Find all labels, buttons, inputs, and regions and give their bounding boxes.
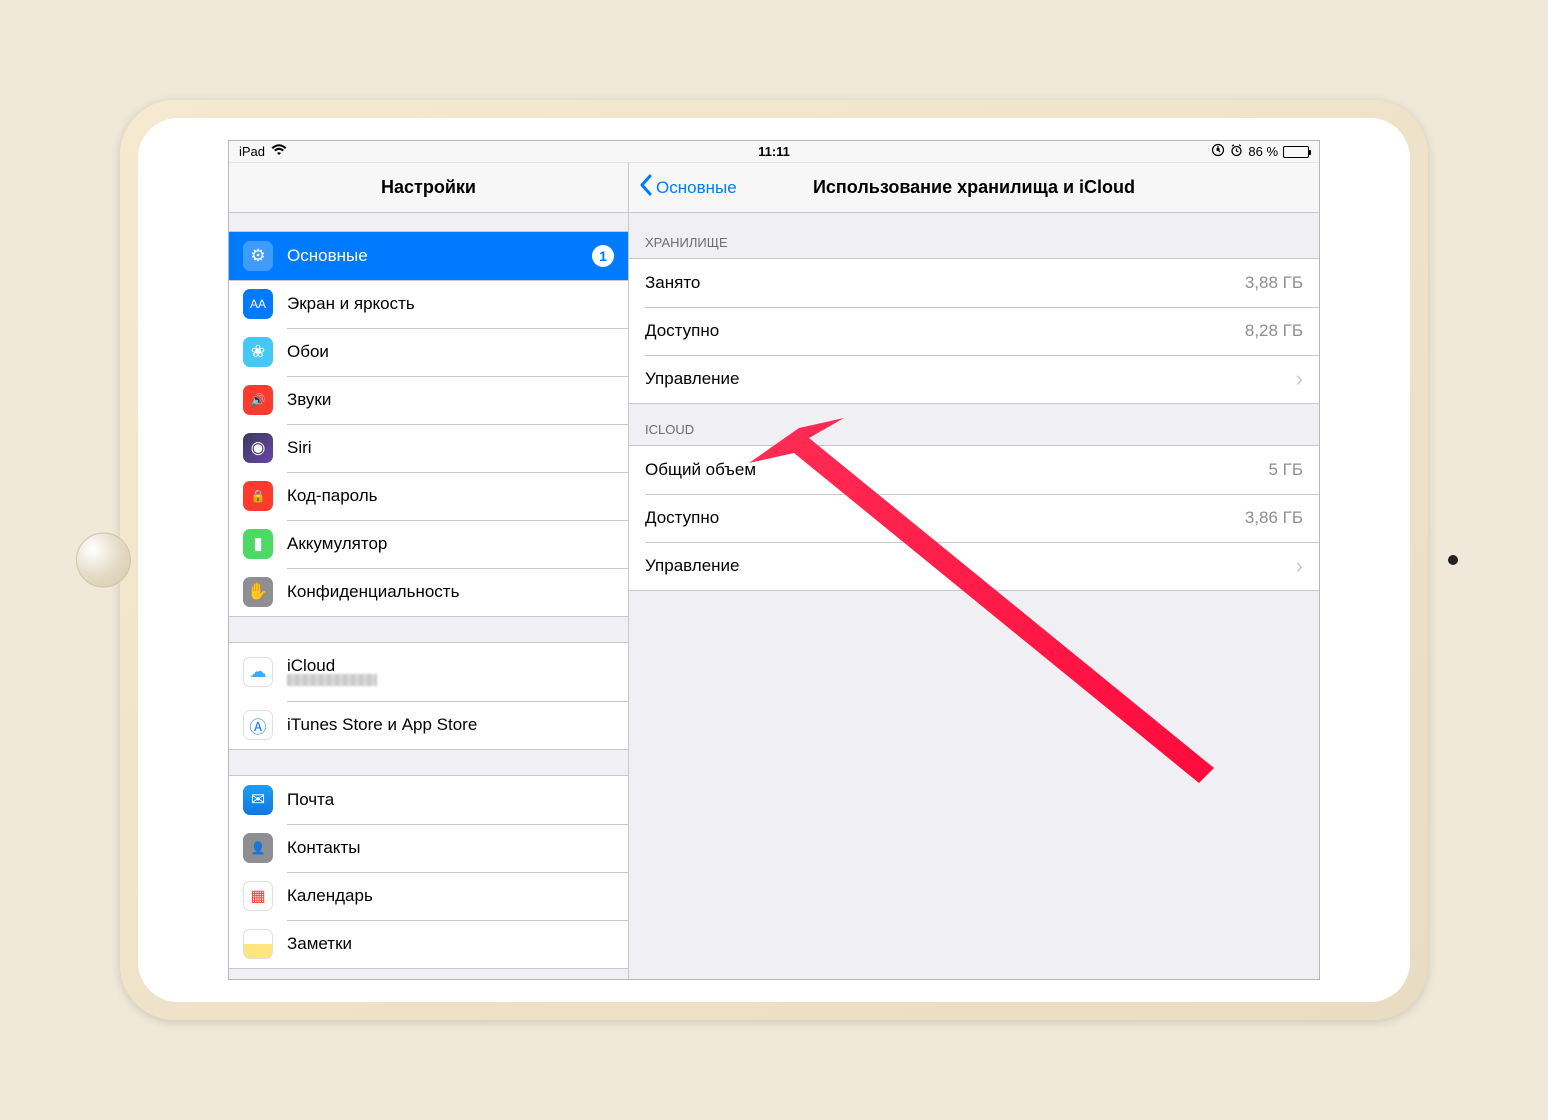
sidebar-item-gear[interactable]: ⚙ Основные1 [229, 232, 628, 280]
sidebar-item-mail[interactable]: ✉ Почта [229, 776, 628, 824]
icloud-account-blur [287, 674, 377, 689]
sidebar-item-privacy[interactable]: ✋ Конфиденциальность [229, 568, 628, 616]
row-label: Доступно [645, 508, 1245, 528]
storage-row: Доступно8,28 ГБ [629, 307, 1319, 355]
sidebar-group-apps: ✉ Почта 👤 Контакты ▦ Календарь Заметки [229, 775, 628, 969]
status-bar: iPad 11:11 86 % [229, 141, 1319, 163]
sidebar-item-calendar[interactable]: ▦ Календарь [229, 872, 628, 920]
mail-icon: ✉ [243, 785, 273, 815]
sidebar-title: Настройки [229, 163, 628, 213]
settings-sidebar: Настройки ⚙ Основные1 AA Экран и яркость ❀ Об… [229, 163, 629, 979]
sidebar-item-label: Заметки [287, 934, 614, 954]
icloud-row[interactable]: Управление › [629, 542, 1319, 590]
sidebar-item-label: Siri [287, 438, 614, 458]
sidebar-item-label: Код-пароль [287, 486, 614, 506]
wifi-icon [271, 144, 287, 159]
sidebar-item-label: Аккумулятор [287, 534, 614, 554]
appstore-icon: Ⓐ [243, 710, 273, 740]
home-button[interactable] [76, 533, 131, 588]
contacts-icon: 👤 [243, 833, 273, 863]
sidebar-item-passcode[interactable]: 🔒 Код-пароль [229, 472, 628, 520]
sidebar-item-label: Почта [287, 790, 614, 810]
row-label: Общий объем [645, 460, 1268, 480]
storage-row: Занято3,88 ГБ [629, 259, 1319, 307]
ipad-device-frame: iPad 11:11 86 % [120, 100, 1428, 1020]
icloud-group: Общий объем5 ГБДоступно3,86 ГБУправление… [629, 445, 1319, 591]
sidebar-item-display[interactable]: AA Экран и яркость [229, 280, 628, 328]
row-label: Управление [645, 556, 1288, 576]
screen: iPad 11:11 86 % [228, 140, 1320, 980]
back-button[interactable]: Основные [639, 174, 737, 201]
storage-group: Занято3,88 ГБДоступно8,28 ГБУправление› [629, 258, 1319, 404]
notes-icon [243, 929, 273, 959]
storage-section-header: ХРАНИЛИЩЕ [629, 213, 1319, 258]
camera-icon [1448, 555, 1458, 565]
sidebar-item-label: Основные [287, 246, 592, 266]
row-label: Доступно [645, 321, 1245, 341]
icloud-row: Доступно3,86 ГБ [629, 494, 1319, 542]
chevron-right-icon: › [1296, 555, 1303, 577]
siri-icon: ◉ [243, 433, 273, 463]
sidebar-item-label: Конфиденциальность [287, 582, 614, 602]
icloud-icon: ☁ [243, 657, 273, 687]
sidebar-group-general: ⚙ Основные1 AA Экран и яркость ❀ Обои 🔊 Звуки ◉ S… [229, 231, 628, 617]
device-inner: iPad 11:11 86 % [138, 118, 1410, 1002]
sidebar-item-wallpaper[interactable]: ❀ Обои [229, 328, 628, 376]
sidebar-group-accounts: ☁ iCloud ⒶiTunes Store и App Store [229, 642, 628, 750]
battery-icon: ▮ [243, 529, 273, 559]
icloud-row: Общий объем5 ГБ [629, 446, 1319, 494]
chevron-right-icon: › [1296, 368, 1303, 390]
chevron-left-icon [639, 174, 652, 201]
calendar-icon: ▦ [243, 881, 273, 911]
row-label: Управление [645, 369, 1288, 389]
row-value: 8,28 ГБ [1245, 321, 1303, 341]
sidebar-item-label: iCloud [287, 656, 377, 676]
row-value: 3,88 ГБ [1245, 273, 1303, 293]
icloud-section-header: ICLOUD [629, 404, 1319, 445]
sidebar-item-sounds[interactable]: 🔊 Звуки [229, 376, 628, 424]
device-name: iPad [239, 144, 265, 159]
sidebar-item-label: iTunes Store и App Store [287, 715, 614, 735]
row-value: 5 ГБ [1268, 460, 1303, 480]
sidebar-item-label: Экран и яркость [287, 294, 614, 314]
sidebar-item-label: Контакты [287, 838, 614, 858]
sidebar-item-battery[interactable]: ▮ Аккумулятор [229, 520, 628, 568]
status-time: 11:11 [596, 144, 953, 159]
sidebar-item-contacts[interactable]: 👤 Контакты [229, 824, 628, 872]
page-title: Использование хранилища и iCloud [813, 177, 1135, 198]
alarm-icon [1230, 144, 1243, 160]
rotation-lock-icon [1211, 143, 1225, 160]
sidebar-item-label: Календарь [287, 886, 614, 906]
sounds-icon: 🔊 [243, 385, 273, 415]
privacy-icon: ✋ [243, 577, 273, 607]
sidebar-item-label: Звуки [287, 390, 614, 410]
sidebar-item-icloud[interactable]: ☁ iCloud [229, 643, 628, 701]
storage-row[interactable]: Управление › [629, 355, 1319, 403]
row-value: 3,86 ГБ [1245, 508, 1303, 528]
sidebar-item-appstore[interactable]: ⒶiTunes Store и App Store [229, 701, 628, 749]
wallpaper-icon: ❀ [243, 337, 273, 367]
passcode-icon: 🔒 [243, 481, 273, 511]
battery-percent: 86 % [1248, 144, 1278, 159]
battery-icon [1283, 146, 1309, 158]
badge: 1 [592, 245, 614, 267]
detail-pane: Основные Использование хранилища и iClou… [629, 163, 1319, 979]
sidebar-item-siri[interactable]: ◉ Siri [229, 424, 628, 472]
sidebar-item-notes[interactable]: Заметки [229, 920, 628, 968]
row-label: Занято [645, 273, 1245, 293]
sidebar-item-label: Обои [287, 342, 614, 362]
back-label: Основные [656, 178, 737, 198]
gear-icon: ⚙ [243, 241, 273, 271]
detail-header: Основные Использование хранилища и iClou… [629, 163, 1319, 213]
display-icon: AA [243, 289, 273, 319]
